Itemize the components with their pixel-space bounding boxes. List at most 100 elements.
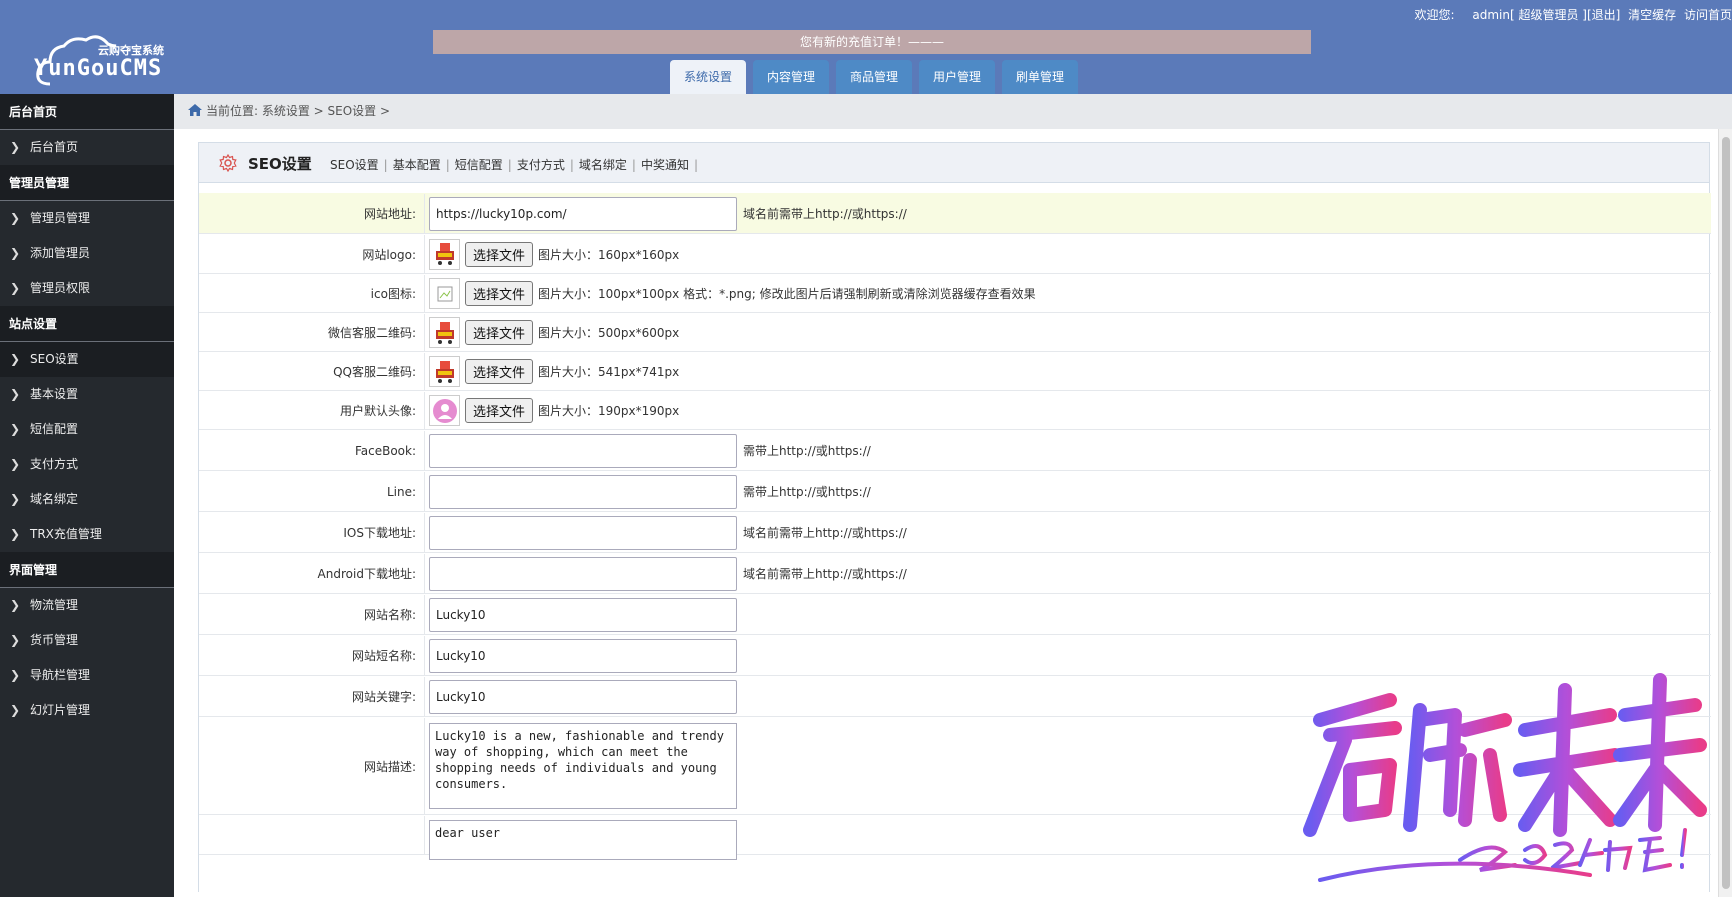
link-win-notice[interactable]: 中奖通知: [641, 158, 689, 172]
choose-file-button[interactable]: 选择文件: [465, 281, 534, 306]
sidebar-item-basic-settings[interactable]: ❯ 基本设置: [0, 377, 174, 412]
visit-home-link[interactable]: 访问首页: [1684, 8, 1732, 22]
next-textarea[interactable]: [429, 820, 737, 860]
sidebar-item-label: 物流管理: [30, 598, 79, 612]
form-row-facebook: FaceBook: 需带上http://或https://: [199, 430, 1711, 471]
shopping-cart-icon: [435, 360, 454, 383]
notice-banner[interactable]: 您有新的充值订单！———: [433, 30, 1311, 54]
link-domain-binding[interactable]: 域名绑定: [579, 158, 627, 172]
site-description-textarea[interactable]: [429, 723, 737, 809]
sidebar-item-label: 添加管理员: [30, 246, 91, 260]
ico-preview: [429, 278, 460, 309]
site-short-name-input[interactable]: [429, 638, 737, 673]
field-hint: 域名前需带上http://或https://: [743, 526, 907, 540]
scrollbar-thumb[interactable]: [1722, 137, 1730, 889]
tab-content-management[interactable]: 内容管理: [753, 60, 829, 94]
seo-form: 网站地址: 域名前需带上http://或https:// 网站logo: 选择文…: [199, 193, 1711, 860]
choose-file-button[interactable]: 选择文件: [465, 320, 534, 345]
broken-image-icon: [437, 286, 452, 301]
sidebar-item-domain-binding[interactable]: ❯ 域名绑定: [0, 482, 174, 517]
link-seo-settings[interactable]: SEO设置: [330, 158, 379, 172]
panel-links: SEO设置 | 基本配置 | 短信配置 | 支付方式 | 域名绑定 | 中奖通知 |: [330, 158, 699, 172]
scrollbar[interactable]: [1718, 129, 1732, 897]
field-hint: 需带上http://或https://: [743, 485, 871, 499]
sidebar-item-admin-permissions[interactable]: ❯ 管理员权限: [0, 271, 174, 306]
sidebar-item-sms-config[interactable]: ❯ 短信配置: [0, 412, 174, 447]
form-row-description: 网站描述:: [199, 717, 1711, 815]
avatar-icon: [432, 398, 457, 423]
site-keywords-input[interactable]: [429, 679, 737, 714]
qq-qr-preview: [429, 356, 460, 387]
wechat-qr-preview: [429, 317, 460, 348]
tab-order-brushing[interactable]: 刷单管理: [1002, 60, 1078, 94]
sidebar-item-label: 短信配置: [30, 422, 79, 436]
ios-download-input[interactable]: [429, 515, 737, 550]
link-basic-config[interactable]: 基本配置: [393, 158, 441, 172]
link-sms-config[interactable]: 短信配置: [455, 158, 503, 172]
welcome-bar: 欢迎您: admin[ 超级管理员 ][退出] 清空缓存 访问首页: [1410, 6, 1732, 23]
tab-system-settings[interactable]: 系统设置: [670, 60, 746, 94]
site-name-input[interactable]: [429, 597, 737, 632]
sidebar-item-seo[interactable]: ❯ SEO设置: [0, 342, 174, 377]
field-hint: 图片大小：541px*741px: [538, 365, 680, 379]
field-label: 网站地址:: [199, 194, 425, 233]
field-hint: 图片大小：160px*160px: [538, 247, 680, 262]
form-row-qq-qr: QQ客服二维码: 选择文件 图片大小：541px*741px: [199, 352, 1711, 391]
chevron-right-icon: ❯: [10, 140, 21, 154]
sidebar-item-admin-management[interactable]: ❯ 管理员管理: [0, 201, 174, 236]
sidebar-item-label: 域名绑定: [30, 492, 79, 506]
field-label: IOS下载地址:: [199, 513, 425, 552]
sidebar-item-label: 管理员权限: [30, 281, 91, 295]
field-label: 微信客服二维码:: [199, 314, 425, 351]
choose-file-button[interactable]: 选择文件: [465, 398, 534, 423]
clear-cache-link[interactable]: 清空缓存: [1628, 8, 1676, 22]
sidebar: 后台首页 ❯ 后台首页 管理员管理 ❯ 管理员管理 ❯ 添加管理员 ❯ 管理员权限 站点…: [0, 94, 174, 897]
breadcrumb-text: 当前位置: 系统设置 > SEO设置 >: [206, 104, 391, 118]
chevron-right-icon: ❯: [10, 492, 21, 506]
sidebar-item-logistics[interactable]: ❯ 物流管理: [0, 588, 174, 623]
logo-preview: [429, 238, 460, 270]
field-label: FaceBook:: [199, 431, 425, 470]
field-label: 网站logo:: [199, 235, 425, 273]
user-name: admin[ 超级管理员 ]: [1472, 8, 1587, 22]
field-label: QQ客服二维码:: [199, 353, 425, 390]
sidebar-item-add-admin[interactable]: ❯ 添加管理员: [0, 236, 174, 271]
sidebar-item-slides[interactable]: ❯ 幻灯片管理: [0, 693, 174, 728]
line-input[interactable]: [429, 474, 737, 509]
android-download-input[interactable]: [429, 556, 737, 591]
form-row-line: Line: 需带上http://或https://: [199, 471, 1711, 512]
facebook-input[interactable]: [429, 433, 737, 468]
chevron-right-icon: ❯: [10, 703, 21, 717]
tab-product-management[interactable]: 商品管理: [836, 60, 912, 94]
chevron-right-icon: ❯: [10, 457, 21, 471]
field-label: 网站关键字:: [199, 677, 425, 716]
form-row-android: Android下载地址: 域名前需带上http://或https://: [199, 553, 1711, 594]
form-row-avatar: 用户默认头像: 选择文件 图片大小：190px*190px: [199, 391, 1711, 430]
form-row-wechat-qr: 微信客服二维码: 选择文件 图片大小：500px*600px: [199, 313, 1711, 352]
gear-icon: [219, 154, 237, 172]
chevron-right-icon: ❯: [10, 387, 21, 401]
form-row-keywords: 网站关键字:: [199, 676, 1711, 717]
top-nav: 系统设置 内容管理 商品管理 用户管理 刷单管理: [670, 60, 1078, 94]
chevron-right-icon: ❯: [10, 527, 21, 541]
sidebar-group-admin: 管理员管理: [0, 165, 174, 201]
field-label: 网站描述:: [199, 718, 425, 814]
sidebar-item-payment[interactable]: ❯ 支付方式: [0, 447, 174, 482]
sidebar-item-trx-recharge[interactable]: ❯ TRX充值管理: [0, 517, 174, 552]
welcome-text: 欢迎您:: [1414, 8, 1455, 22]
panel-title: SEO设置: [248, 155, 312, 173]
site-url-input[interactable]: [429, 196, 737, 231]
sidebar-item-label: 后台首页: [30, 140, 79, 154]
choose-file-button[interactable]: 选择文件: [465, 241, 534, 267]
sidebar-item-currency[interactable]: ❯ 货币管理: [0, 623, 174, 658]
choose-file-button[interactable]: 选择文件: [465, 359, 534, 384]
sidebar-item-label: 导航栏管理: [30, 668, 91, 682]
field-label: 网站名称:: [199, 595, 425, 634]
logout-link[interactable]: [退出]: [1587, 8, 1620, 22]
sidebar-item-home[interactable]: ❯ 后台首页: [0, 130, 174, 165]
sidebar-item-navbar[interactable]: ❯ 导航栏管理: [0, 658, 174, 693]
link-payment[interactable]: 支付方式: [517, 158, 565, 172]
sidebar-item-label: 幻灯片管理: [30, 703, 91, 717]
chevron-right-icon: ❯: [10, 598, 21, 612]
tab-user-management[interactable]: 用户管理: [919, 60, 995, 94]
